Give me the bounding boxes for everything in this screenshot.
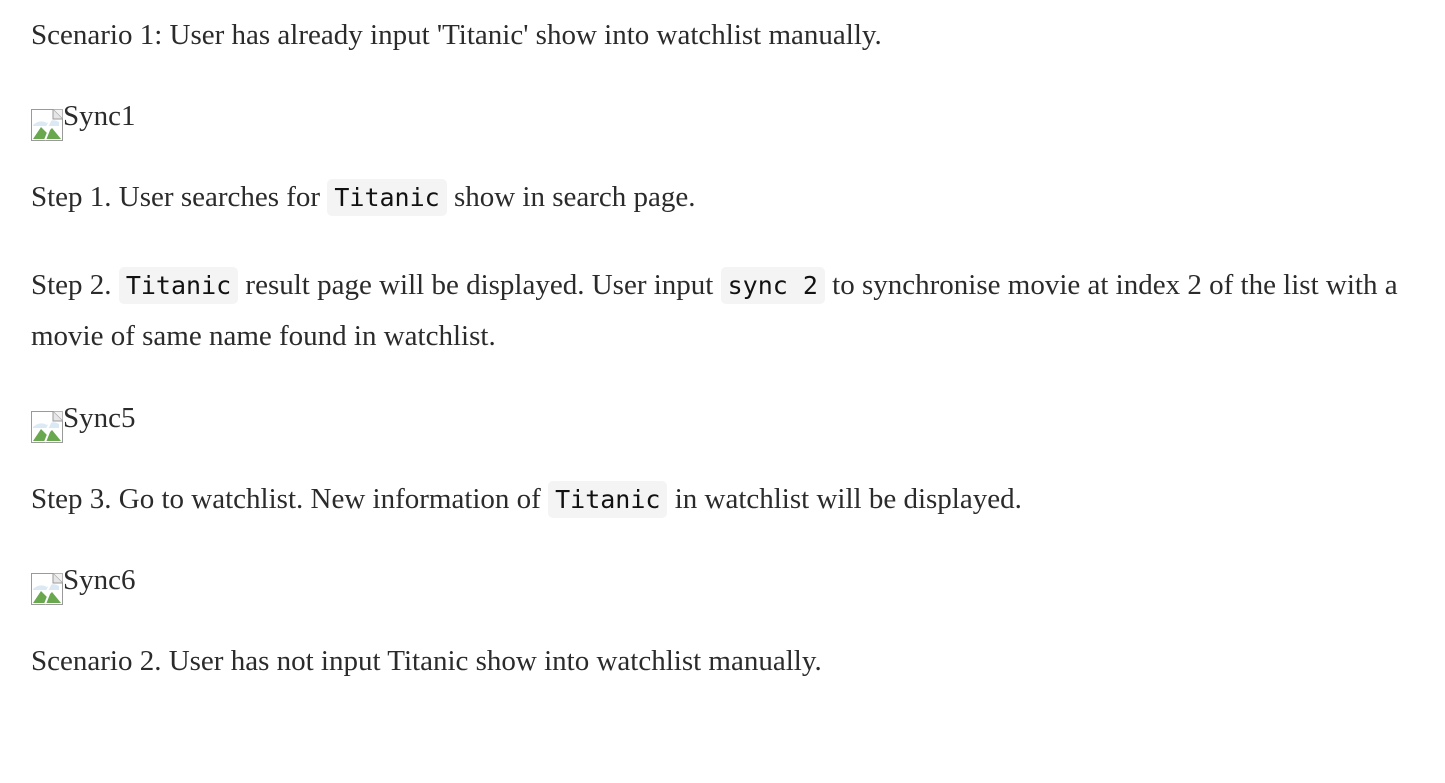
code-titanic: Titanic bbox=[327, 179, 447, 216]
image-alt-text: Sync1 bbox=[63, 100, 136, 132]
image-alt-text: Sync5 bbox=[63, 402, 136, 434]
image-alt-text: Sync6 bbox=[63, 564, 136, 596]
image-sync6: Sync6 bbox=[31, 555, 136, 621]
step-3-text: Step 3. Go to watchlist. New information… bbox=[31, 474, 1022, 525]
code-titanic: Titanic bbox=[548, 481, 668, 518]
code-titanic: Titanic bbox=[118, 267, 239, 304]
code-sync-2: sync 2 bbox=[720, 267, 825, 304]
image-sync5: Sync5 bbox=[31, 393, 136, 459]
step-1-text: Step 1. User searches for Titanic show i… bbox=[31, 172, 696, 223]
scenario-2-text: Scenario 2. User has not input Titanic s… bbox=[31, 645, 822, 677]
step-2-text: Step 2. Titanic result page will be disp… bbox=[31, 267, 1398, 352]
image-sync1: Sync1 bbox=[31, 91, 136, 157]
scenario-1-text: Scenario 1: User has already input 'Tita… bbox=[31, 19, 882, 51]
broken-image-icon bbox=[31, 573, 63, 605]
broken-image-icon bbox=[31, 411, 63, 443]
broken-image-icon bbox=[31, 109, 63, 141]
